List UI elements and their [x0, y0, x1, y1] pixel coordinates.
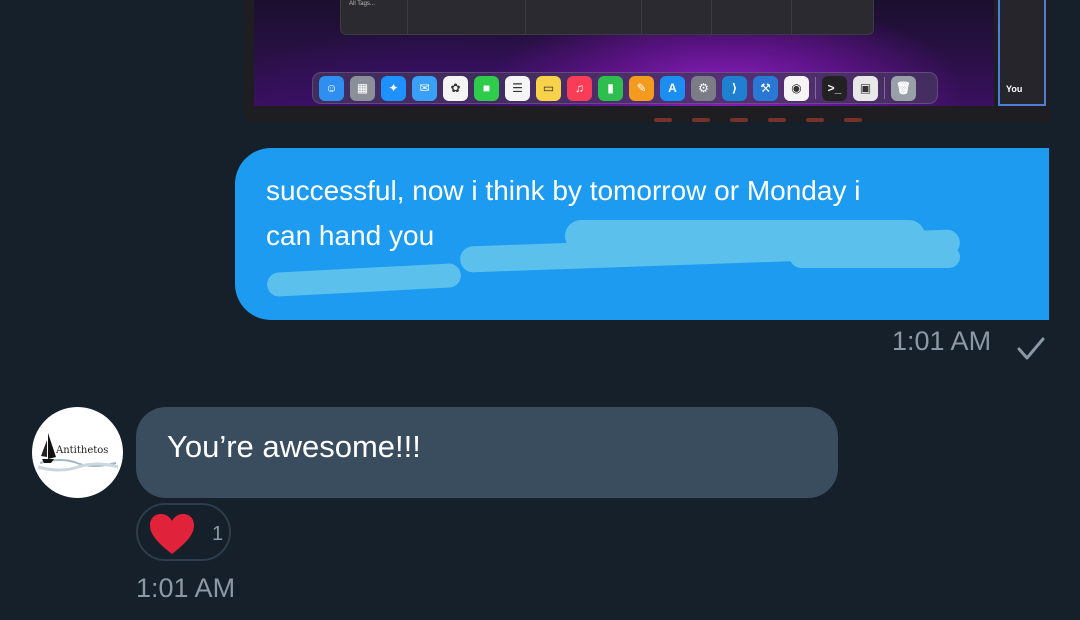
photos-icon: ✿	[443, 75, 468, 101]
mail-icon: ✉	[412, 75, 437, 101]
attachment-tag-label: All Tags...	[349, 1, 375, 7]
launchpad-icon: ▦	[350, 75, 375, 101]
incoming-timestamp: 1:01 AM	[136, 573, 236, 603]
heart-icon	[150, 514, 194, 554]
incoming-message-bubble[interactable]: You’re awesome!!!	[136, 407, 838, 498]
finder-icon: ☺	[319, 75, 344, 101]
vscode-icon: ⟩	[722, 75, 747, 101]
window-divider	[407, 0, 408, 34]
participant-label: You	[1006, 84, 1023, 94]
system-settings-icon: ⚙	[691, 75, 716, 101]
attachment-app-window: All Tags...	[340, 0, 874, 35]
xcode-icon: ⚒	[753, 75, 778, 101]
image-attachment[interactable]: All Tags... ☺ ▦ ✦ ✉ ✿ ■ ☰ ▭ ♫ ▮ ✎ A ⚙ ⟩ ⚒ ◉ >_ ▣ 🗑 You	[244, 0, 1050, 122]
safari-icon: ✦	[381, 75, 406, 101]
outgoing-timestamp: 1:01 AM	[892, 326, 992, 356]
dock-separator	[815, 77, 816, 99]
reminders-icon: ☰	[505, 75, 530, 101]
dock-separator	[884, 77, 885, 99]
window-divider	[525, 0, 526, 34]
redaction-scribble	[266, 262, 462, 298]
outgoing-message-bubble[interactable]: successful, now i think by tomorrow or M…	[235, 148, 1049, 320]
redaction-scribble	[790, 246, 960, 268]
window-divider	[641, 0, 642, 34]
attachment-reflection	[654, 118, 874, 122]
attachment-participant-thumbnail: You	[998, 0, 1046, 106]
terminal-icon: >_	[822, 75, 847, 101]
chrome-icon: ◉	[784, 75, 809, 101]
message-line-1: successful, now i think by tomorrow or M…	[266, 175, 861, 206]
preview-icon: ▣	[853, 75, 878, 101]
notes-icon: ▭	[536, 75, 561, 101]
macos-dock: ☺ ▦ ✦ ✉ ✿ ■ ☰ ▭ ♫ ▮ ✎ A ⚙ ⟩ ⚒ ◉ >_ ▣ 🗑	[312, 72, 938, 104]
facetime-icon: ■	[474, 75, 499, 101]
app-store-icon: A	[660, 75, 685, 101]
avatar[interactable]: Antithetos	[32, 407, 123, 498]
attachment-screen-preview: All Tags... ☺ ▦ ✦ ✉ ✿ ■ ☰ ▭ ♫ ▮ ✎ A ⚙ ⟩ ⚒ ◉ >_ ▣ 🗑	[254, 0, 994, 106]
window-divider	[791, 0, 792, 34]
music-icon: ♫	[567, 75, 592, 101]
reaction-count: 1	[212, 523, 224, 545]
checkmark-icon	[1017, 337, 1045, 360]
trash-icon: 🗑	[891, 75, 916, 101]
incoming-message-text: You’re awesome!!!	[167, 429, 421, 464]
reaction-pill[interactable]: 1	[136, 503, 231, 561]
pages-icon: ✎	[629, 75, 654, 101]
avatar-brand-text: Antithetos	[56, 445, 109, 456]
numbers-icon: ▮	[598, 75, 623, 101]
window-divider	[711, 0, 712, 34]
